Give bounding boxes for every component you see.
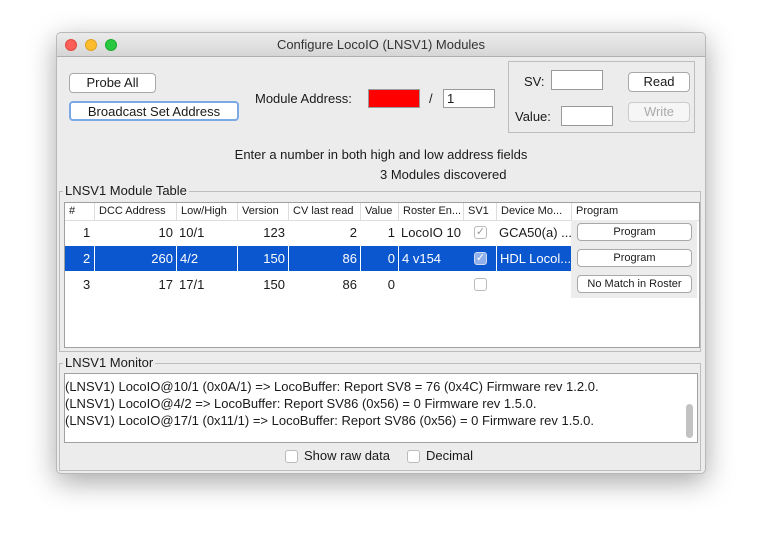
address-separator: /	[429, 91, 433, 106]
minimize-button[interactable]	[85, 39, 97, 51]
cell-lowhigh: 10/1	[179, 225, 205, 240]
cell-dcc: 10	[158, 225, 173, 240]
zoom-button[interactable]	[105, 39, 117, 51]
module-table-title: LNSV1 Module Table	[63, 183, 189, 198]
table-header: # DCC Address Low/High Version CV last r…	[65, 203, 699, 221]
cell-num: 1	[83, 225, 91, 240]
column-header-program[interactable]: Program	[571, 203, 699, 220]
monitor-title: LNSV1 Monitor	[63, 355, 156, 370]
hint-text: Enter a number in both high and low addr…	[234, 147, 528, 162]
cell-cv: 2	[349, 225, 357, 240]
title-bar: Configure LocoIO (LNSV1) Modules	[57, 33, 705, 57]
cell-roster: 4 v154	[398, 246, 463, 271]
broadcast-set-address-button[interactable]: Broadcast Set Address	[69, 101, 239, 121]
cell-device: HDL Locol...	[496, 246, 571, 271]
table-row[interactable]: 3 17 17/1 150 86 0	[65, 272, 572, 297]
module-table: # DCC Address Low/High Version CV last r…	[64, 202, 700, 348]
cell-lowhigh: 17/1	[179, 277, 205, 292]
address-high-field[interactable]	[368, 89, 420, 108]
monitor-line: (LNSV1) LocoIO@4/2 => LocoBuffer: Report…	[65, 396, 537, 411]
monitor-scrollbar[interactable]	[686, 404, 693, 438]
column-header-version[interactable]: Version	[237, 203, 288, 220]
cell-num: 2	[83, 251, 91, 266]
cell-lowhigh: 4/2	[176, 246, 237, 271]
sv-panel: SV: Read Value: Write	[508, 61, 695, 133]
cell-device: GCA50(a) ...	[499, 225, 571, 240]
column-header-dcc-address[interactable]: DCC Address	[94, 203, 176, 220]
value-field[interactable]	[561, 106, 613, 126]
program-button[interactable]: Program	[577, 223, 692, 241]
cell-roster: LocoIO 10	[401, 225, 461, 240]
column-header-value[interactable]: Value	[360, 203, 398, 220]
show-raw-data-checkbox[interactable]	[285, 450, 298, 463]
sv-field[interactable]	[551, 70, 603, 90]
program-button[interactable]: No Match in Roster	[577, 275, 692, 293]
modules-discovered-text: 3 Modules discovered	[380, 167, 507, 182]
cell-dcc: 17	[158, 277, 173, 292]
write-button[interactable]: Write	[628, 102, 690, 122]
cell-device	[496, 272, 571, 297]
column-header-sv1[interactable]: SV1	[463, 203, 496, 220]
window-title: Configure LocoIO (LNSV1) Modules	[276, 37, 486, 52]
cell-value: 0	[387, 277, 395, 292]
column-header-num[interactable]: #	[65, 203, 94, 220]
cell-cv: 86	[342, 277, 357, 292]
module-address-label: Module Address:	[255, 91, 352, 106]
table-row[interactable]: 2 260 4/2 150 86 0 4 v154 HDL Locol... ✓	[65, 246, 572, 271]
cell-cv: 86	[288, 246, 360, 271]
cell-version: 150	[237, 246, 288, 271]
address-low-field[interactable]: 1	[443, 89, 495, 108]
sv1-checkbox[interactable]	[474, 278, 487, 291]
monitor-line: (LNSV1) LocoIO@10/1 (0x0A/1) => LocoBuff…	[65, 379, 599, 394]
cell-roster	[398, 272, 463, 297]
decimal-checkbox[interactable]	[407, 450, 420, 463]
show-raw-data-label: Show raw data	[304, 448, 390, 463]
cell-num: 3	[83, 277, 91, 292]
sv-label: SV:	[524, 74, 545, 89]
sv1-checkbox[interactable]: ✓	[474, 226, 487, 239]
cell-value: 0	[360, 246, 398, 271]
read-button[interactable]: Read	[628, 72, 690, 92]
cell-value: 1	[387, 225, 395, 240]
monitor-text-area[interactable]: (LNSV1) LocoIO@10/1 (0x0A/1) => LocoBuff…	[64, 373, 698, 443]
value-label: Value:	[515, 109, 551, 124]
table-row[interactable]: 1 10 10/1 123 2 1 LocoIO 10 GCA50(a) ... ✓	[65, 220, 572, 245]
dialog-window: Configure LocoIO (LNSV1) Modules Probe A…	[56, 32, 706, 474]
column-header-device-model[interactable]: Device Mo...	[496, 203, 571, 220]
cell-version: 123	[263, 225, 285, 240]
sv1-checkbox[interactable]: ✓	[474, 252, 487, 265]
decimal-label: Decimal	[426, 448, 473, 463]
column-header-low-high[interactable]: Low/High	[176, 203, 237, 220]
close-button[interactable]	[65, 39, 77, 51]
program-button[interactable]: Program	[577, 249, 692, 267]
column-header-roster-entry[interactable]: Roster En...	[398, 203, 463, 220]
monitor-line: (LNSV1) LocoIO@17/1 (0x11/1) => LocoBuff…	[65, 413, 595, 428]
probe-all-button[interactable]: Probe All	[69, 73, 156, 93]
cell-version: 150	[263, 277, 285, 292]
cell-dcc: 260	[94, 246, 176, 271]
column-header-cv-last-read[interactable]: CV last read	[288, 203, 360, 220]
